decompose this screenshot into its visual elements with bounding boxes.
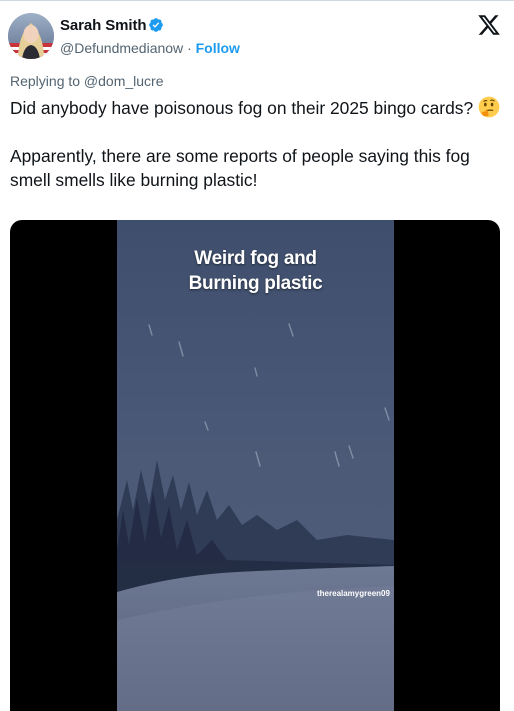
verified-badge-icon <box>149 18 163 32</box>
handle-row: @Defundmedianow · Follow <box>60 40 240 56</box>
x-logo-icon[interactable] <box>477 13 501 37</box>
tweet-paragraph-2: Apparently, there are some reports of pe… <box>10 146 470 190</box>
follow-button[interactable]: Follow <box>196 40 240 56</box>
replying-to[interactable]: Replying to @dom_lucre <box>10 73 164 89</box>
avatar[interactable] <box>8 13 54 59</box>
video-media[interactable]: Weird fog and Burning plastic therealamy… <box>10 220 500 711</box>
thinking-face-icon <box>478 96 500 118</box>
overlay-title-line-2: Burning plastic <box>188 273 323 294</box>
avatar-image <box>8 13 54 59</box>
tweet-card: Sarah Smith @Defundmedianow · Follow Rep… <box>0 0 514 711</box>
video-overlay-title: Weird fog and Burning plastic <box>117 246 394 296</box>
tweet-paragraph-1-text: Did anybody have poisonous fog on their … <box>10 98 474 118</box>
separator-dot: · <box>187 40 192 56</box>
overlay-title-line-1: Weird fog and <box>194 248 317 269</box>
user-handle[interactable]: @Defundmedianow <box>60 40 183 56</box>
tweet-paragraph-1: Did anybody have poisonous fog on their … <box>10 96 505 120</box>
video-watermark: therealamygreen09 <box>317 589 390 598</box>
tweet-text: Did anybody have poisonous fog on their … <box>10 96 505 192</box>
display-name[interactable]: Sarah Smith <box>60 17 147 34</box>
